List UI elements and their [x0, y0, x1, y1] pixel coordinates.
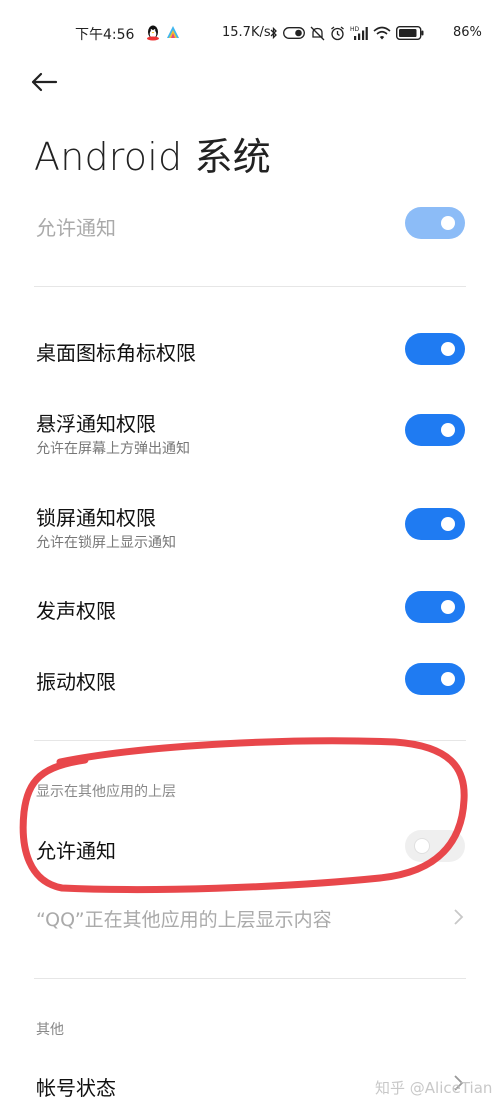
overlay-allow-toggle[interactable]: [405, 830, 465, 862]
bird-app-icon: [167, 26, 179, 38]
wifi-icon: [373, 26, 391, 40]
mute-icon: [310, 26, 325, 40]
status-bar: 下午4:56 15.7K/s HD 86%: [0, 0, 500, 66]
floating-permission-toggle[interactable]: [405, 414, 465, 446]
divider: [34, 740, 466, 741]
back-button[interactable]: [30, 66, 70, 98]
permission-subtitle: 允许在锁屏上显示通知: [36, 535, 176, 551]
battery-icon: [396, 26, 424, 40]
overlay-section-header: 显示在其他应用的上层: [36, 784, 176, 800]
divider: [34, 286, 466, 287]
badge-permission-toggle[interactable]: [405, 333, 465, 365]
alarm-icon: [331, 25, 344, 40]
bluetooth-icon: [270, 26, 277, 40]
sound-permission-toggle[interactable]: [405, 591, 465, 623]
divider: [34, 978, 466, 979]
allow-notifications-label: 允许通知: [36, 216, 116, 240]
back-arrow-icon: [31, 72, 58, 92]
permission-row-badge[interactable]: 桌面图标角标权限: [0, 330, 500, 370]
overlay-description-row[interactable]: “QQ”正在其他应用的上层显示内容: [0, 900, 500, 936]
account-status-label: 帐号状态: [36, 1076, 116, 1100]
permission-row-floating[interactable]: 悬浮通知权限 允许在屏幕上方弹出通知: [0, 405, 500, 460]
allow-notifications-row: 允许通知: [0, 200, 500, 250]
page-title: Android 系统: [34, 135, 271, 179]
permission-title: 锁屏通知权限: [36, 506, 156, 530]
qq-penguin-icon: [147, 25, 159, 41]
overlay-allow-row[interactable]: 允许通知: [0, 828, 500, 868]
permission-title: 发声权限: [36, 599, 116, 623]
permission-row-lockscreen[interactable]: 锁屏通知权限 允许在锁屏上显示通知: [0, 499, 500, 554]
vibration-permission-toggle[interactable]: [405, 663, 465, 695]
toggle-icon: [283, 27, 305, 39]
status-time: 下午4:56: [75, 27, 135, 43]
overlay-description: “QQ”正在其他应用的上层显示内容: [36, 909, 332, 931]
lockscreen-permission-toggle[interactable]: [405, 508, 465, 540]
watermark: 知乎 @AliceTian: [375, 1079, 493, 1097]
hd-signal-icon: HD: [350, 26, 368, 40]
allow-notifications-toggle: [405, 207, 465, 239]
overlay-allow-label: 允许通知: [36, 839, 116, 863]
network-speed: 15.7K/s: [222, 25, 271, 40]
permission-title: 桌面图标角标权限: [36, 341, 196, 365]
chevron-right-icon: [454, 909, 464, 925]
permission-subtitle: 允许在屏幕上方弹出通知: [36, 441, 190, 457]
permission-row-vibration[interactable]: 振动权限: [0, 659, 500, 699]
permission-title: 悬浮通知权限: [36, 412, 156, 436]
other-section-header: 其他: [36, 1022, 64, 1038]
permission-title: 振动权限: [36, 670, 116, 694]
battery-percent: 86%: [453, 25, 482, 40]
permission-row-sound[interactable]: 发声权限: [0, 588, 500, 628]
svg-text:HD: HD: [350, 26, 360, 33]
